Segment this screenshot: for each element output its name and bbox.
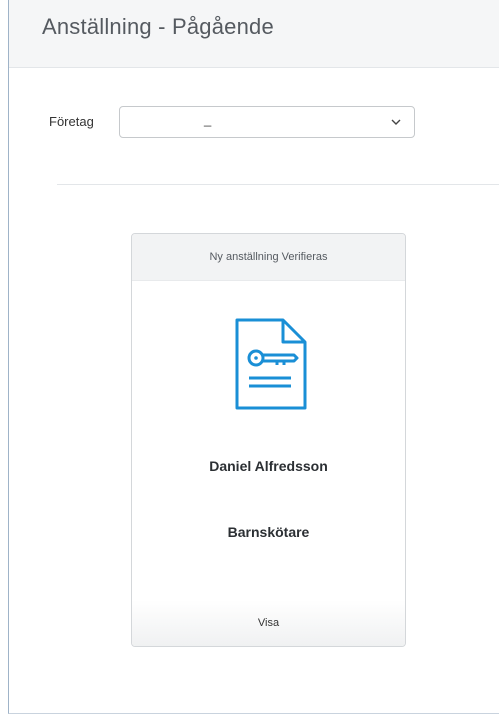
page: Anställning - Pågående Företag _ Ny anst… (0, 0, 499, 720)
page-title: Anställning - Pågående (42, 14, 274, 39)
card-status: Ny anställning Verifieras (132, 234, 405, 281)
divider (57, 184, 499, 185)
document-key-icon (235, 318, 307, 410)
employee-name: Daniel Alfredsson (209, 458, 328, 474)
employee-role: Barnskötare (227, 524, 310, 540)
content-frame: Anställning - Pågående Företag _ Ny anst… (8, 0, 499, 714)
company-label: Företag (49, 114, 94, 129)
chevron-down-icon (391, 119, 401, 125)
company-select[interactable]: _ (119, 106, 415, 138)
page-header: Anställning - Pågående (9, 0, 499, 68)
view-button[interactable]: Visa (132, 600, 405, 646)
employment-card: Ny anställning Verifieras Daniel Alfreds… (131, 233, 406, 647)
company-select-value: _ (204, 112, 212, 127)
